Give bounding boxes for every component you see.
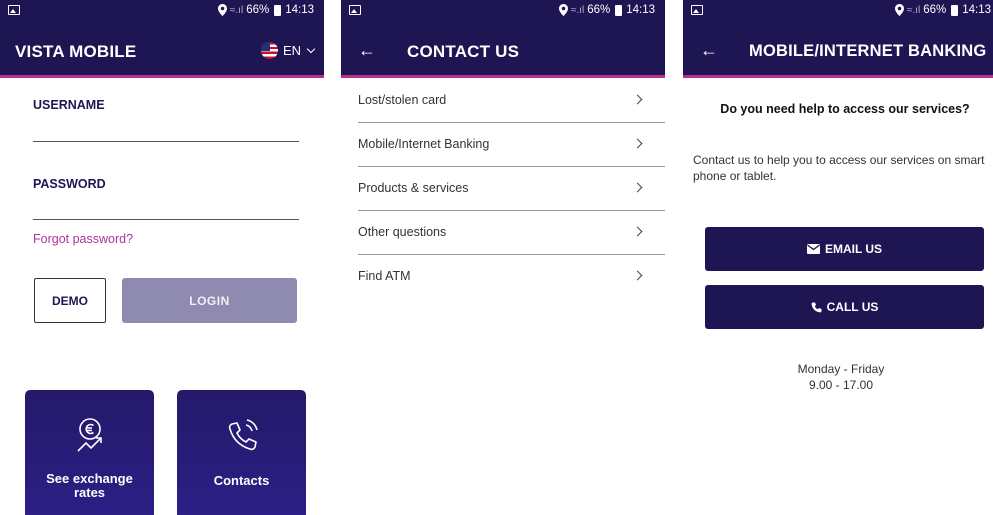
status-indicators: ≈.ıl 66% 14:13 [217,4,314,16]
signal-icon: ≈.ıl [906,4,921,16]
contacts-tile[interactable]: Contacts [177,390,306,515]
username-label: USERNAME [33,98,105,112]
chevron-down-icon [306,44,316,53]
call-us-button[interactable]: CALL US [705,285,984,329]
menu-item-other-questions[interactable]: Other questions [341,211,665,255]
location-icon [558,4,568,16]
menu-item-label: Mobile/Internet Banking [358,137,490,151]
us-flag-icon [260,42,278,59]
chevron-right-icon [632,94,643,105]
chevron-right-icon [632,270,643,281]
hours-days: Monday - Friday [797,362,885,376]
app-bar: ← CONTACT US [341,24,665,78]
clock: 14:13 [962,4,991,16]
app-title: VISTA MOBILE [15,42,137,61]
status-bar: ≈.ıl 66% 14:13 [0,0,324,24]
gallery-notification-icon [349,5,361,15]
chevron-right-icon [632,138,643,149]
menu-item-label: Products & services [358,181,469,195]
battery-icon [951,4,959,16]
call-us-label: CALL US [826,300,879,314]
status-bar: ≈.ıl 66% 14:13 [341,0,665,24]
app-bar: ← MOBILE/INTERNET BANKING [683,24,993,78]
help-heading: Do you need help to access our services? [720,102,970,116]
back-arrow-icon[interactable]: ← [697,38,721,62]
phone-icon [177,416,306,456]
exchange-rates-tile[interactable]: See exchange rates [25,390,154,515]
contacts-tile-label: Contacts [213,473,270,488]
demo-button-label: DEMO [52,293,88,308]
menu-item-lost-stolen-card[interactable]: Lost/stolen card [341,79,665,123]
forgot-password-link[interactable]: Forgot password? [33,232,133,246]
status-indicators: ≈.ıl 66% 14:13 [894,4,991,16]
email-us-button[interactable]: EMAIL US [705,227,984,271]
signal-icon: ≈.ıl [229,4,244,16]
status-bar: ≈.ıl 66% 14:13 [683,0,993,24]
battery-icon [615,4,623,16]
app-bar: VISTA MOBILE EN [0,24,324,78]
username-input[interactable] [33,141,299,142]
gallery-notification-icon [691,5,703,15]
clock: 14:13 [626,4,655,16]
menu-item-label: Other questions [358,225,447,239]
euro-trend-icon [25,416,154,456]
status-indicators: ≈.ıl 66% 14:13 [558,4,655,16]
demo-button[interactable]: DEMO [34,278,106,323]
menu-item-label: Lost/stolen card [358,93,447,107]
login-button-label: LOGIN [189,293,230,308]
mobile-banking-screen: ≈.ıl 66% 14:13 ← MOBILE/INTERNET BANKING… [683,0,993,515]
menu-item-mobile-internet-banking[interactable]: Mobile/Internet Banking [341,123,665,167]
menu-item-find-atm[interactable]: Find ATM [341,255,665,299]
menu-item-products-services[interactable]: Products & services [341,167,665,211]
phone-icon [811,302,822,312]
page-title: CONTACT US [407,42,520,61]
location-icon [894,4,904,16]
clock: 14:13 [285,4,314,16]
back-arrow-icon[interactable]: ← [355,38,379,62]
login-screen: ≈.ıl 66% 14:13 VISTA MOBILE EN USERNAME … [0,0,324,515]
language-code: EN [282,43,301,58]
email-us-label: EMAIL US [824,242,883,256]
tile-label-line2: rates [73,485,106,500]
hours-time: 9.00 - 17.00 [808,378,874,392]
login-button[interactable]: LOGIN [122,278,297,323]
help-text: Contact us to help you to access our ser… [693,153,985,183]
password-input[interactable] [33,219,299,220]
tile-label-line1: See exchange [46,471,133,486]
contact-us-screen: ≈.ıl 66% 14:13 ← CONTACT US Lost/stolen … [341,0,665,515]
language-selector[interactable]: EN [260,42,316,59]
menu-item-label: Find ATM [358,269,411,283]
battery-percent: 66% [923,4,947,16]
page-title: MOBILE/INTERNET BANKING [749,42,987,60]
signal-icon: ≈.ıl [570,4,585,16]
gallery-notification-icon [8,5,20,15]
envelope-icon [806,244,820,254]
chevron-right-icon [632,182,643,193]
password-label: PASSWORD [33,177,106,191]
battery-icon [274,4,282,16]
location-icon [217,4,227,16]
chevron-right-icon [632,226,643,237]
battery-percent: 66% [587,4,611,16]
battery-percent: 66% [246,4,270,16]
